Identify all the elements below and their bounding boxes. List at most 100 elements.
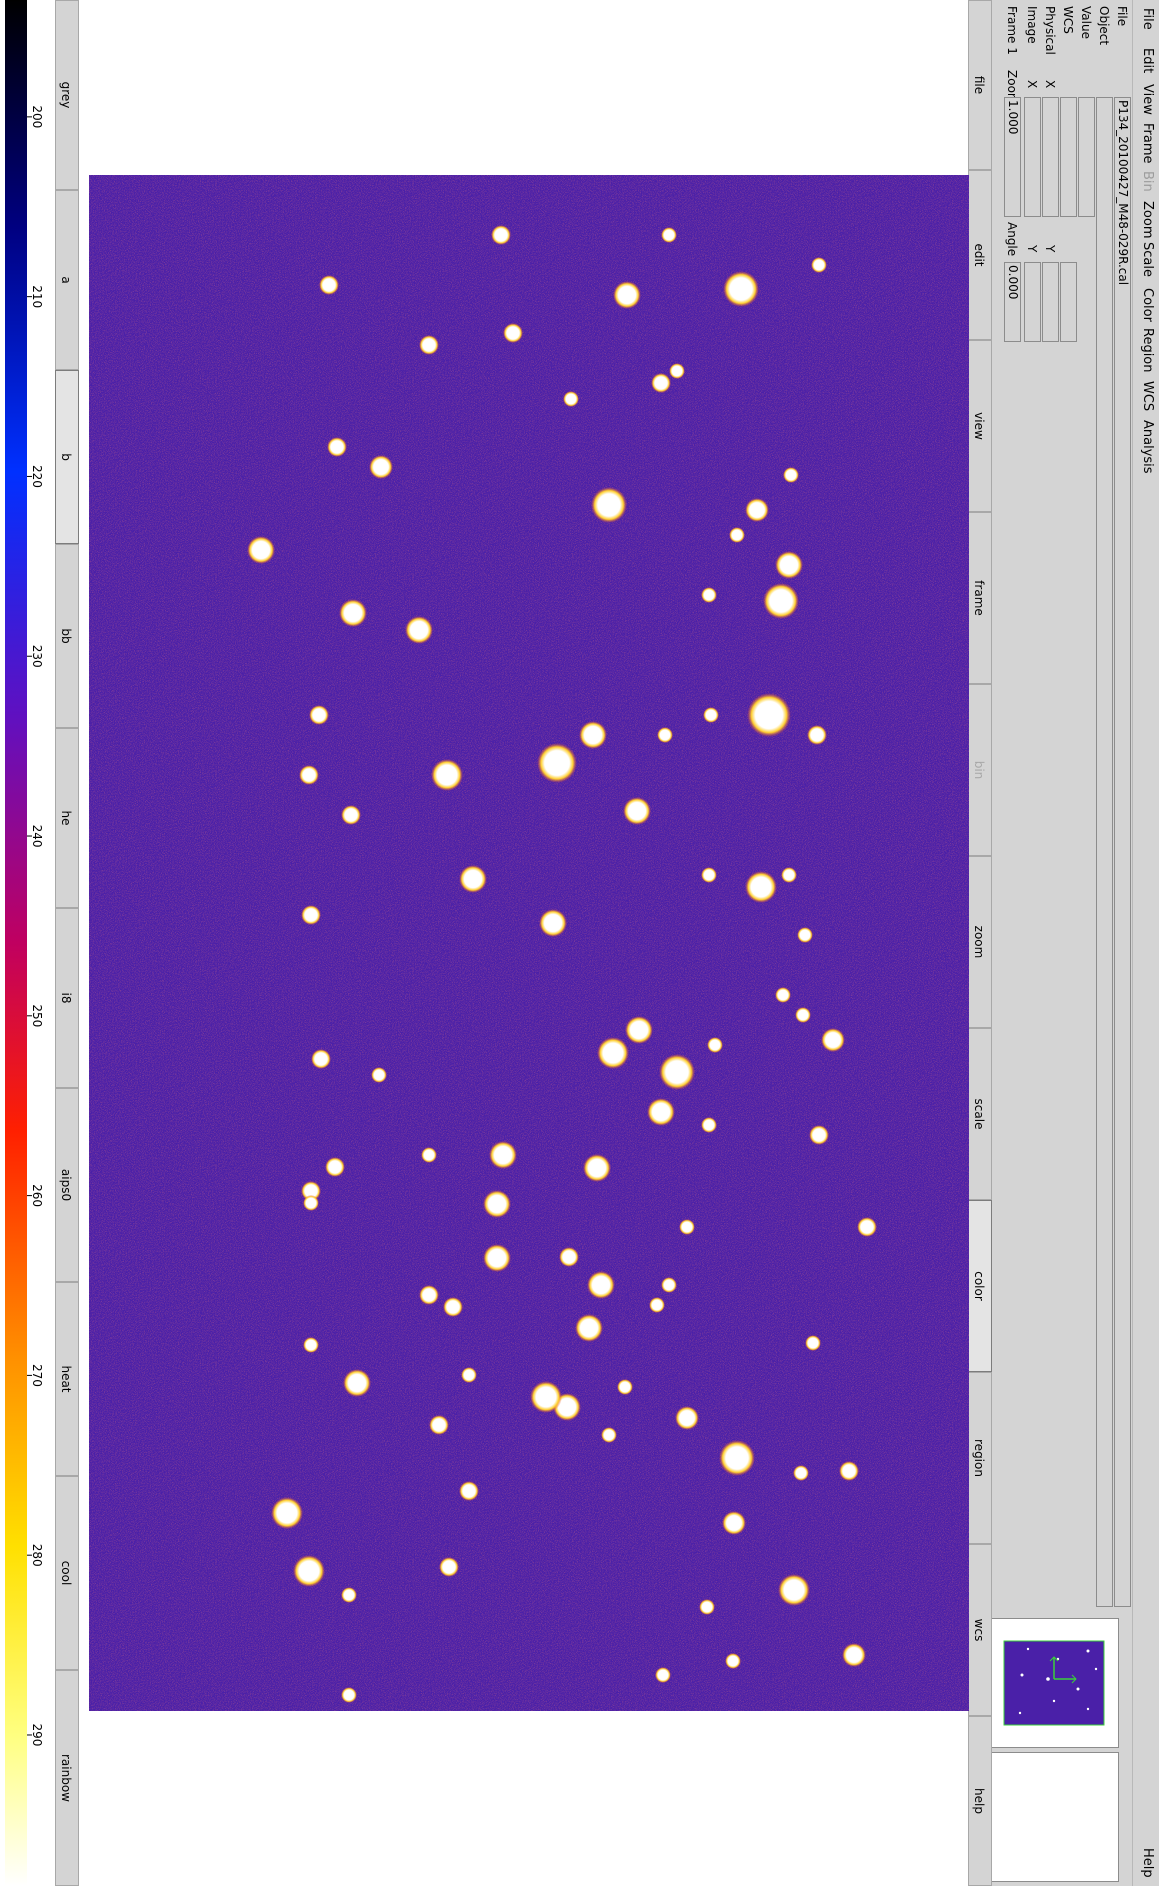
angle-field: 0.000 <box>1004 262 1021 342</box>
menu-frame[interactable]: Frame <box>1140 123 1155 164</box>
menu-view[interactable]: View <box>1140 84 1155 115</box>
angle-label: Angle <box>1005 222 1019 257</box>
star <box>325 1157 345 1177</box>
star <box>299 765 319 785</box>
colorbar-tick-label: 250 <box>30 1004 44 1027</box>
star <box>707 1037 723 1053</box>
colorbar-tick-label: 280 <box>30 1544 44 1567</box>
star <box>647 1098 675 1126</box>
panner[interactable] <box>989 1618 1119 1748</box>
color-button-cool[interactable]: cool <box>55 1476 79 1670</box>
physical-y-label: Y <box>1043 245 1057 253</box>
image-label: Image <box>1025 6 1039 44</box>
zoom-field: 1.000 <box>1004 97 1021 217</box>
star <box>703 707 719 723</box>
star <box>661 1277 677 1293</box>
value-field <box>1078 97 1095 217</box>
zoom-value: 1.000 <box>1006 100 1020 135</box>
star <box>675 1406 699 1430</box>
bar-button-wcs[interactable]: wcs <box>968 1544 992 1716</box>
star <box>657 727 673 743</box>
info-panel: File P134_20100427_M48-029R.cal Object V… <box>972 0 1132 1886</box>
menu-help[interactable]: Help <box>1140 1848 1155 1878</box>
star <box>559 1247 579 1267</box>
colorbar-tick-label: 240 <box>30 825 44 848</box>
menu-bin[interactable]: Bin <box>1140 171 1155 192</box>
star <box>745 498 769 522</box>
menu-bar: File Edit View Frame Bin Zoom Scale Colo… <box>1132 0 1159 1886</box>
star <box>575 1314 603 1342</box>
star <box>661 227 677 243</box>
bar-button-file[interactable]: file <box>968 0 992 170</box>
color-button-rainbow[interactable]: rainbow <box>55 1670 79 1886</box>
bar-button-bin[interactable]: bin <box>968 684 992 856</box>
star <box>625 1016 653 1044</box>
menu-color[interactable]: Color <box>1140 288 1155 322</box>
star <box>725 1653 741 1669</box>
colorbar-tick-label: 290 <box>30 1724 44 1747</box>
star <box>327 437 347 457</box>
bar-button-color[interactable]: color <box>968 1200 992 1372</box>
color-button-aips0[interactable]: aips0 <box>55 1088 79 1282</box>
star <box>597 1037 629 1069</box>
star <box>747 693 791 737</box>
star <box>530 1381 562 1413</box>
menu-file[interactable]: File <box>1140 8 1155 30</box>
button-bar: file edit view frame bin zoom scale colo… <box>968 0 992 1886</box>
star <box>439 1557 459 1577</box>
bar-button-region[interactable]: region <box>968 1372 992 1544</box>
star <box>293 1555 325 1587</box>
color-button-bb[interactable]: bb <box>55 544 79 728</box>
colorbar-gradient <box>5 0 27 1886</box>
magnifier <box>989 1752 1119 1882</box>
value-label: Value <box>1079 6 1093 39</box>
star <box>613 281 641 309</box>
color-button-b[interactable]: b <box>55 370 79 544</box>
star <box>775 551 803 579</box>
color-button-he[interactable]: he <box>55 728 79 908</box>
color-button-bar: grey a b bb he i8 aips0 heat cool rainbo… <box>55 0 79 1886</box>
bar-button-view[interactable]: view <box>968 340 992 512</box>
color-button-i8[interactable]: i8 <box>55 908 79 1088</box>
bar-button-zoom[interactable]: zoom <box>968 856 992 1028</box>
menu-region[interactable]: Region <box>1140 328 1155 373</box>
menu-wcs[interactable]: WCS <box>1140 381 1155 411</box>
color-button-grey[interactable]: grey <box>55 0 79 190</box>
star <box>491 225 511 245</box>
colorbar-tick-label: 260 <box>30 1184 44 1207</box>
menu-scale[interactable]: Scale <box>1140 242 1155 277</box>
star <box>539 909 567 937</box>
star <box>369 455 393 479</box>
color-button-heat[interactable]: heat <box>55 1282 79 1476</box>
colorbar-tick-label: 200 <box>30 105 44 128</box>
star <box>371 1067 387 1083</box>
star <box>303 1195 319 1211</box>
bar-button-frame[interactable]: frame <box>968 512 992 684</box>
menu-analysis[interactable]: Analysis <box>1140 420 1155 474</box>
star <box>805 1335 821 1351</box>
image-canvas[interactable] <box>89 175 969 1711</box>
star <box>783 467 799 483</box>
star <box>339 599 367 627</box>
star <box>775 987 791 1003</box>
star <box>443 1297 463 1317</box>
star <box>431 759 463 791</box>
star <box>745 871 777 903</box>
menu-zoom[interactable]: Zoom <box>1140 201 1155 238</box>
star <box>579 721 607 749</box>
star-field <box>89 175 969 1711</box>
star <box>421 1147 437 1163</box>
bar-button-edit[interactable]: edit <box>968 170 992 340</box>
star <box>723 271 759 307</box>
object-label: Object <box>1097 6 1111 46</box>
physical-y-field <box>1042 262 1059 342</box>
star <box>807 725 827 745</box>
bar-button-help[interactable]: help <box>968 1716 992 1886</box>
menu-edit[interactable]: Edit <box>1140 48 1155 73</box>
panner-view <box>990 1619 1118 1747</box>
colorbar-tick-label: 270 <box>30 1364 44 1387</box>
ds9-window: File Edit View Frame Bin Zoom Scale Colo… <box>0 0 1159 1886</box>
color-button-a[interactable]: a <box>55 190 79 370</box>
bar-button-scale[interactable]: scale <box>968 1028 992 1200</box>
star <box>341 805 361 825</box>
